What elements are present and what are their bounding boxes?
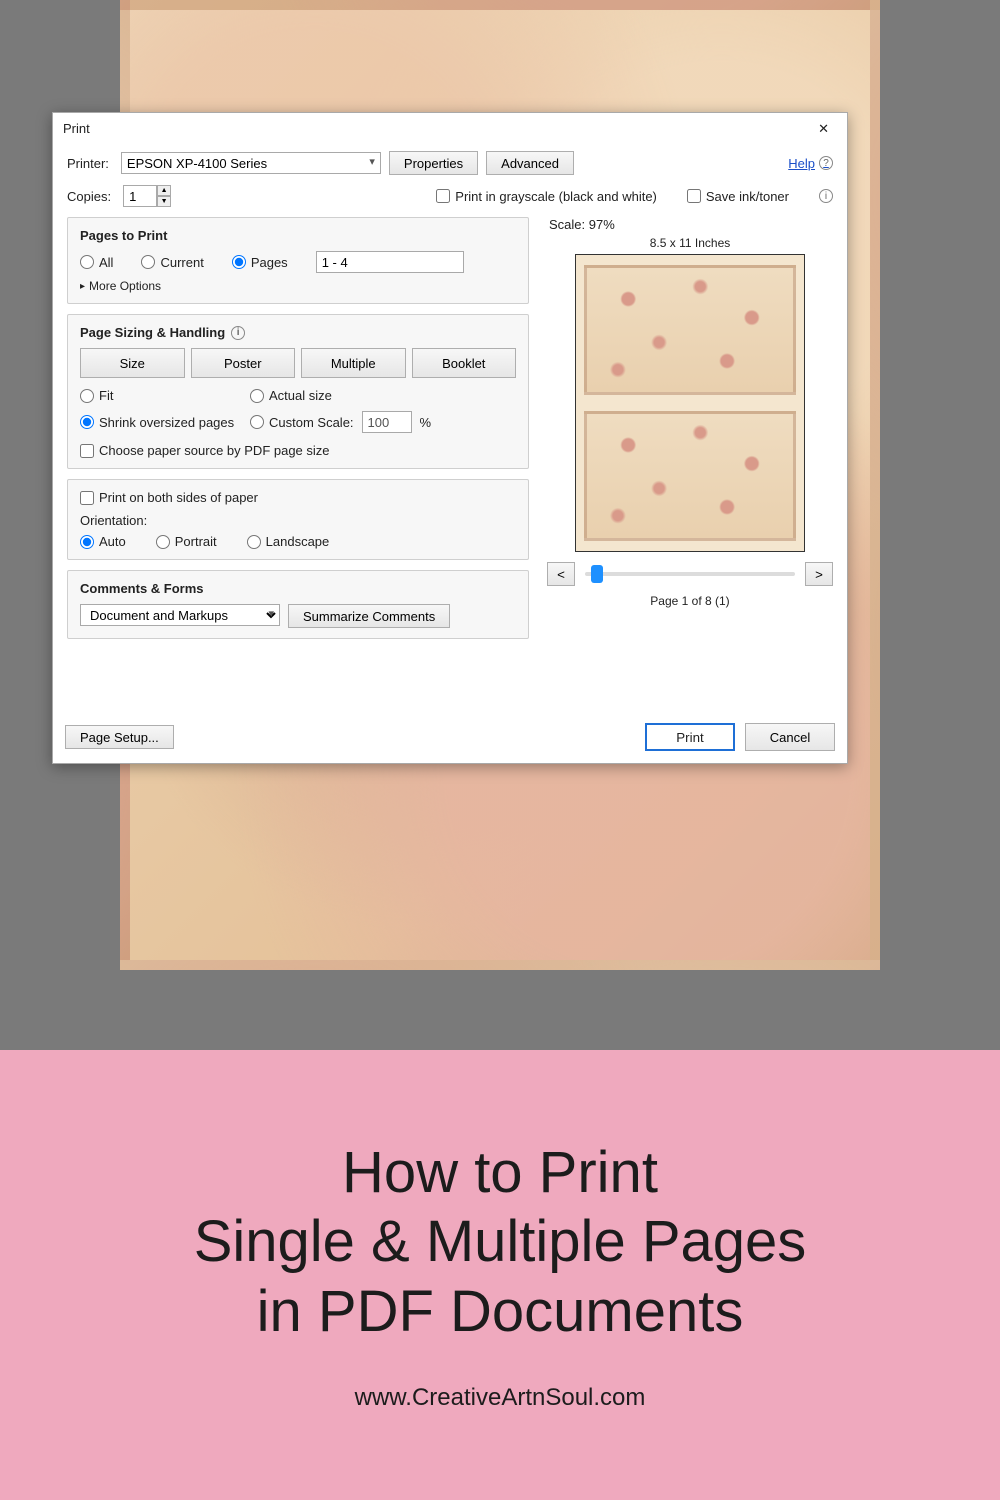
properties-button[interactable]: Properties (389, 151, 478, 175)
page-indicator: Page 1 of 8 (1) (547, 594, 833, 608)
radio-all[interactable]: All (80, 255, 113, 270)
comments-select[interactable]: Document and Markups (80, 604, 280, 626)
custom-scale-input (362, 411, 412, 433)
tab-size[interactable]: Size (80, 348, 185, 378)
advanced-button[interactable]: Advanced (486, 151, 574, 175)
banner-heading: How to Print Single & Multiple Pages in … (194, 1138, 807, 1347)
save-ink-checkbox[interactable]: Save ink/toner (687, 189, 789, 204)
dialog-title: Print (63, 121, 90, 136)
summarize-button[interactable]: Summarize Comments (288, 604, 450, 628)
help-link[interactable]: Help ? (788, 156, 833, 171)
radio-landscape[interactable]: Landscape (247, 534, 330, 549)
comments-group: Comments & Forms Document and Markups Su… (67, 570, 529, 639)
prev-page-button[interactable]: < (547, 562, 575, 586)
radio-pages[interactable]: Pages (232, 255, 288, 270)
printer-select[interactable]: EPSON XP-4100 Series (121, 152, 381, 174)
copies-label: Copies: (67, 189, 111, 204)
radio-fit[interactable]: Fit (80, 388, 250, 403)
scale-label: Scale: 97% (549, 217, 833, 232)
radio-current[interactable]: Current (141, 255, 203, 270)
print-dialog: Print ✕ Printer: EPSON XP-4100 Series Pr… (52, 112, 848, 764)
print-button[interactable]: Print (645, 723, 735, 751)
orientation-label: Orientation: (80, 513, 516, 528)
grayscale-checkbox[interactable]: Print in grayscale (black and white) (436, 189, 657, 204)
page-range-input[interactable] (316, 251, 464, 273)
sizing-group: Page Sizing & Handling i Size Poster Mult… (67, 314, 529, 469)
both-sides-checkbox[interactable]: Print on both sides of paper (80, 490, 516, 505)
comments-title: Comments & Forms (80, 581, 516, 596)
duplex-group: Print on both sides of paper Orientation… (67, 479, 529, 560)
more-options-toggle[interactable]: More Options (80, 279, 516, 293)
printer-label: Printer: (67, 156, 109, 171)
copies-down[interactable]: ▼ (157, 196, 171, 207)
radio-custom[interactable]: Custom Scale: (250, 415, 354, 430)
radio-auto[interactable]: Auto (80, 534, 126, 549)
tutorial-banner: How to Print Single & Multiple Pages in … (0, 1050, 1000, 1500)
close-icon[interactable]: ✕ (810, 118, 837, 139)
radio-portrait[interactable]: Portrait (156, 534, 217, 549)
info-icon[interactable]: i (819, 189, 833, 203)
banner-url: www.CreativeArtnSoul.com (355, 1384, 646, 1412)
copies-up[interactable]: ▲ (157, 185, 171, 196)
paper-source-checkbox[interactable]: Choose paper source by PDF page size (80, 443, 516, 458)
help-icon: ? (819, 156, 833, 170)
copies-input[interactable] (123, 185, 157, 207)
print-preview (575, 254, 805, 552)
pages-to-print-group: Pages to Print All Current Pages More Op… (67, 217, 529, 304)
radio-actual[interactable]: Actual size (250, 388, 516, 403)
paper-dimensions: 8.5 x 11 Inches (547, 236, 833, 250)
radio-shrink[interactable]: Shrink oversized pages (80, 415, 250, 430)
page-setup-button[interactable]: Page Setup... (65, 725, 174, 749)
cancel-button[interactable]: Cancel (745, 723, 835, 751)
tab-poster[interactable]: Poster (191, 348, 296, 378)
sizing-title: Page Sizing & Handling (80, 325, 225, 340)
tab-booklet[interactable]: Booklet (412, 348, 517, 378)
tab-multiple[interactable]: Multiple (301, 348, 406, 378)
pages-title: Pages to Print (80, 228, 516, 243)
next-page-button[interactable]: > (805, 562, 833, 586)
page-slider[interactable] (585, 572, 795, 576)
info-icon[interactable]: i (231, 326, 245, 340)
titlebar: Print ✕ (53, 113, 847, 143)
